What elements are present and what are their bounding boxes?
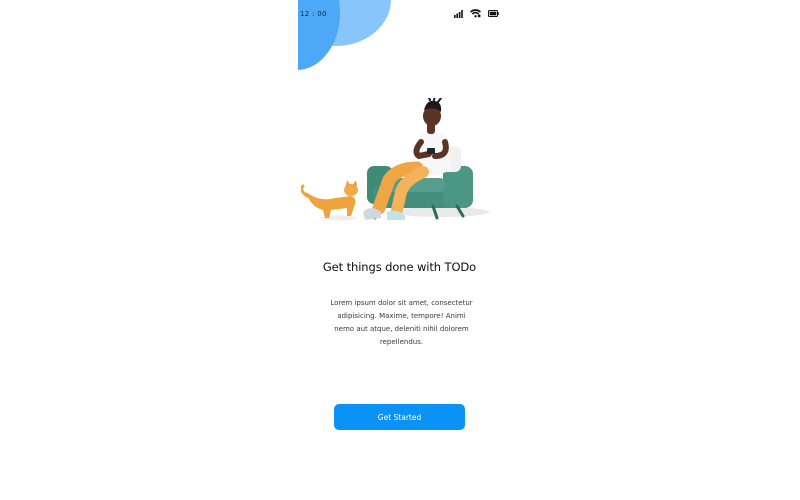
onboarding-description: Lorem ipsum dolor sit amet, consectetur … <box>330 299 473 346</box>
wifi-icon <box>470 9 481 18</box>
get-started-button[interactable]: Get Started <box>334 404 465 430</box>
onboarding-title: Get things done with TODo <box>322 260 477 274</box>
battery-icon <box>488 10 499 17</box>
status-time: 12 : 00 <box>300 10 327 18</box>
page-canvas: 12 : 00 Get things done with TODo Lorem … <box>0 0 800 500</box>
onboarding-screen: 12 : 00 Get things done with TODo Lorem … <box>298 0 501 500</box>
status-icons <box>454 9 499 18</box>
person-on-armchair-with-cat-illustration <box>300 94 491 226</box>
signal-icon <box>454 9 463 18</box>
